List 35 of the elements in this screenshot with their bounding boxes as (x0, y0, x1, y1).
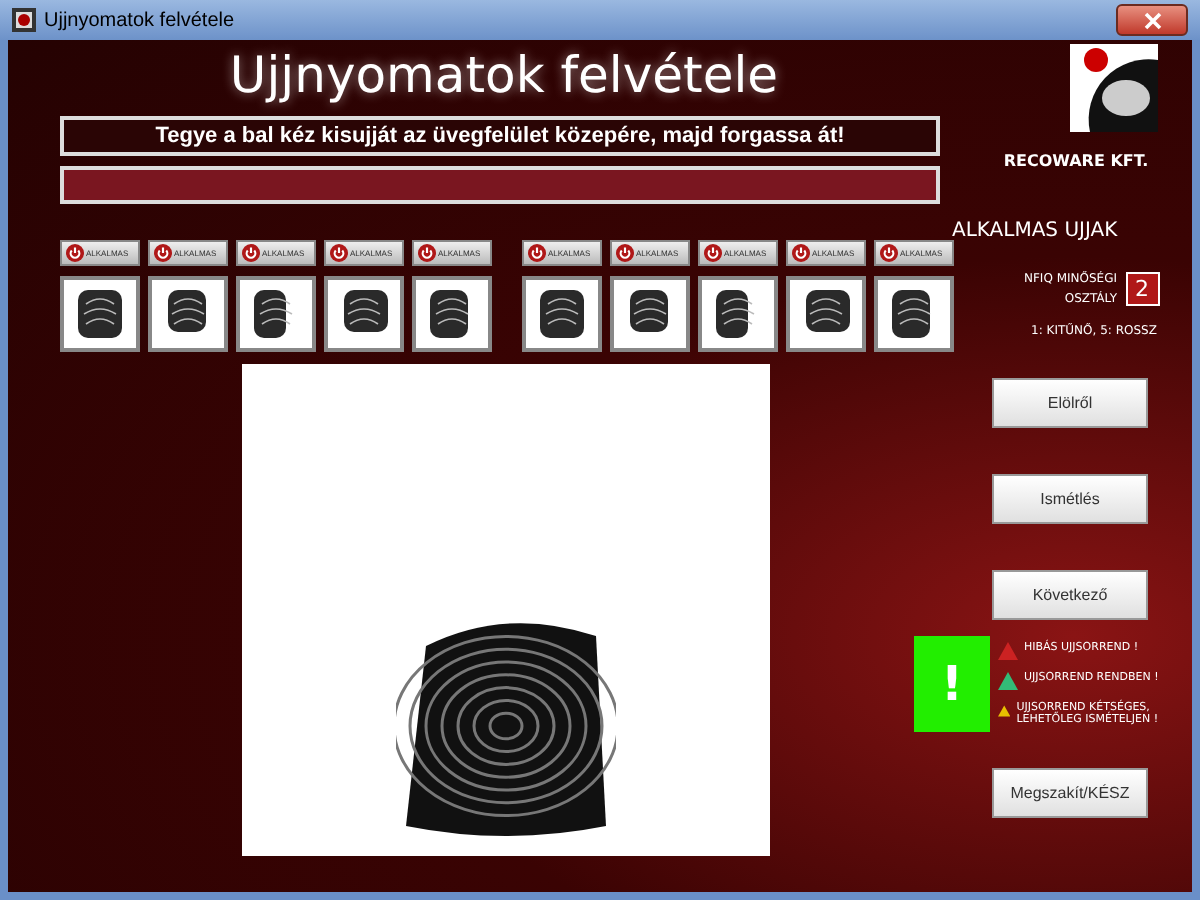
company-name: RECOWARE KFT. (1003, 152, 1149, 170)
action-button[interactable]: Ismétlés (992, 474, 1148, 525)
fingerprint-thumbnail[interactable] (522, 276, 602, 352)
power-icon (704, 244, 722, 262)
fingerprint-thumbnail[interactable] (610, 276, 690, 352)
logo-icon (1070, 44, 1158, 132)
power-icon (418, 244, 436, 262)
fingerprint-thumbnail[interactable] (698, 276, 778, 352)
action-button[interactable]: Elölről (992, 378, 1148, 429)
fingerprint-thumbnail[interactable] (148, 276, 228, 352)
fingerprint-thumbnail[interactable] (324, 276, 404, 352)
page-heading: Ujjnyomatok felvétele (227, 46, 781, 104)
power-icon (792, 244, 810, 262)
fingerprint-thumbnail[interactable] (60, 276, 140, 352)
power-icon (880, 244, 898, 262)
close-icon (1143, 11, 1161, 29)
power-icon (242, 244, 260, 262)
action-button[interactable]: Következő (992, 570, 1148, 621)
status-indicator: ! (914, 636, 990, 733)
section-title: ALKALMAS UJJAK (950, 220, 1118, 242)
fingerprint-thumbnail[interactable] (874, 276, 954, 352)
power-icon (528, 244, 546, 262)
close-button[interactable] (1116, 4, 1188, 36)
fingerprint-thumbnail[interactable] (412, 276, 492, 352)
app-icon (12, 8, 36, 32)
window-title: Ujjnyomatok felvétele (44, 9, 237, 31)
power-icon (616, 244, 634, 262)
fingerprint-thumbnail[interactable] (236, 276, 316, 352)
instruction-text: Tegye a bal kéz kisujját az üvegfelület közepére, majd forgassa át! (60, 116, 940, 156)
nfiq-value: 2 (1125, 272, 1159, 307)
power-icon (154, 244, 172, 262)
power-icon (66, 244, 84, 262)
fingerprint-thumbnail[interactable] (786, 276, 866, 352)
action-button[interactable]: Megszakít/KÉSZ (992, 768, 1148, 819)
power-icon (330, 244, 348, 262)
